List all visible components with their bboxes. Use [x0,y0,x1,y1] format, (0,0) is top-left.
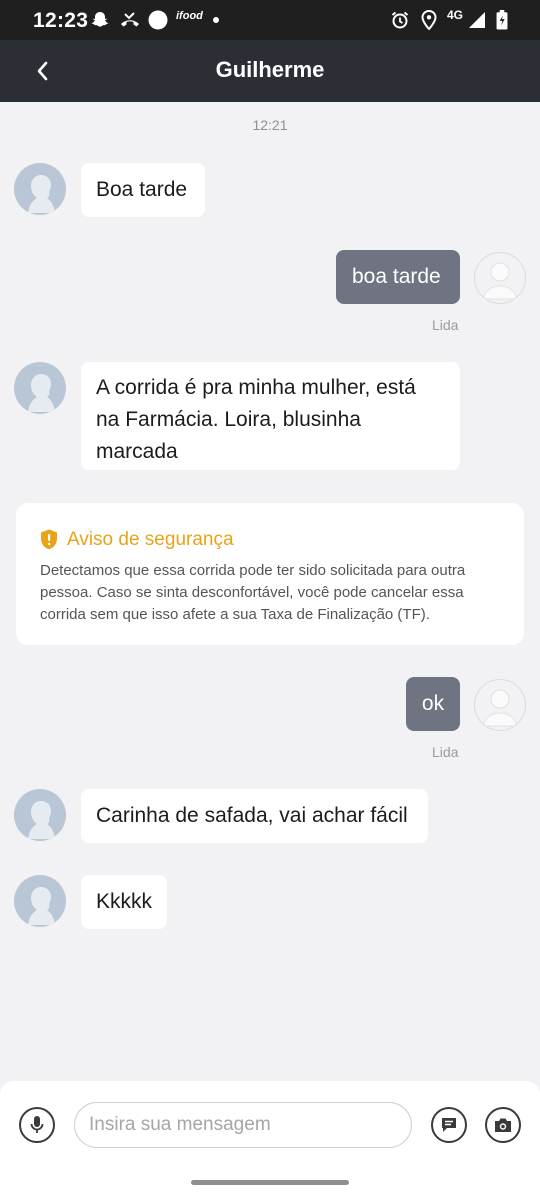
message-text: Boa tarde [96,178,188,201]
message-bubble-incoming: A corrida é pra minha mulher, está na Fa… [81,362,460,470]
ifood-icon: ifood [176,10,203,22]
camera-button[interactable] [485,1107,521,1143]
notice-title: Aviso de segurança [67,529,234,550]
message-text-line: na Farmácia. Loira, blusinha [96,408,361,431]
message-bubble-incoming: Carinha de safada, vai achar fácil [81,789,428,843]
location-icon [421,10,437,30]
circle-app-icon [148,10,168,30]
message-text: ok [421,692,445,715]
missed-call-icon [121,12,139,27]
message-bubble-icon [442,1118,456,1132]
notice-body-line: corrida sem que isso afete a sua Taxa de… [40,606,430,623]
microphone-button[interactable] [19,1107,55,1143]
message-text: Carinha de safada, vai achar fácil [96,804,408,827]
notice-body-line: pessoa. Caso se sinta desconfortável, vo… [40,584,464,601]
contact-avatar[interactable] [14,875,66,927]
status-bar: 12:23 ifood 4G [0,0,540,40]
camera-icon [495,1118,511,1132]
security-notice: Aviso de segurança Detectamos que essa c… [16,503,524,645]
message-bubble-incoming: Boa tarde [81,163,205,217]
message-bubble-outgoing: ok [406,677,460,731]
notice-body: Detectamos que essa corrida pode ter sid… [40,560,508,626]
read-status: Lida [432,317,459,333]
quick-reply-button[interactable] [431,1107,467,1143]
chat-header: Guilherme [0,40,540,102]
message-input-bar [0,1081,540,1165]
user-avatar [474,252,526,304]
contact-avatar[interactable] [14,163,66,215]
message-text-line: A corrida é pra minha mulher, está [96,376,416,399]
message-bubble-incoming: Kkkkk [81,875,167,929]
message-input[interactable] [74,1102,412,1148]
message-text: boa tarde [352,265,441,288]
network-type: 4G [447,8,464,22]
status-time: 12:23 [33,9,89,32]
navigation-area [0,1165,540,1200]
contact-name: Guilherme [215,57,325,82]
read-status: Lida [432,744,459,760]
contact-avatar[interactable] [14,362,66,414]
home-indicator[interactable] [191,1180,349,1185]
user-avatar [474,679,526,731]
message-text-line: marcada [96,440,178,463]
snapchat-icon [91,12,109,27]
battery-icon [496,10,508,30]
message-text: Kkkkk [96,890,153,913]
contact-avatar[interactable] [14,789,66,841]
shield-alert-icon [41,529,57,550]
chat-timestamp: 12:21 [252,117,288,133]
message-bubble-outgoing: boa tarde [336,250,460,304]
notification-dot [213,17,219,23]
alarm-icon [391,11,409,29]
notice-body-line: Detectamos que essa corrida pode ter sid… [40,562,466,579]
signal-icon [469,12,485,28]
microphone-icon [30,1116,44,1133]
